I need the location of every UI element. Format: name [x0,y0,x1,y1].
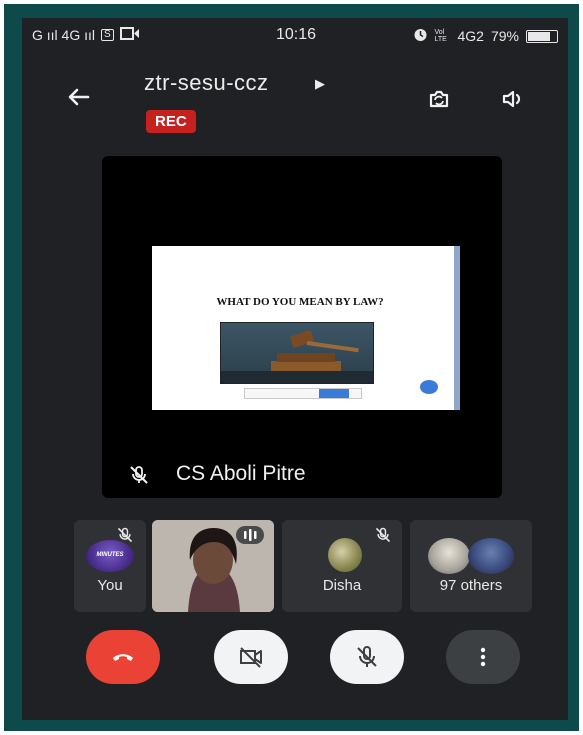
slide-toolbar [244,388,362,399]
presentation-video[interactable]: WHAT DO YOU MEAN BY LAW? CS Aboli Pitre [102,156,502,498]
status-time: 10:16 [276,26,317,43]
participant-tile-you[interactable]: MINUTES You [74,520,146,612]
battery-percent: 79% [490,28,519,44]
mic-off-icon [357,646,377,667]
slide-heading: WHAT DO YOU MEAN BY LAW? [216,296,384,308]
end-call-button[interactable] [86,630,160,684]
mic-off-icon [374,526,392,544]
recording-badge: REC [146,110,196,133]
back-arrow-icon[interactable] [64,82,94,112]
speaker-name: CS Aboli Pitre [176,462,306,485]
signal-text: G ııl 4G ııl [32,27,96,43]
sim-icon: S [101,29,114,41]
participant-label: 97 others [439,577,503,594]
participant-tile-others[interactable]: 97 others [410,520,532,612]
speaker-volume-icon[interactable] [498,84,528,114]
slide-toolbar-button [319,389,349,398]
caret-right-icon[interactable]: ▶ [315,76,325,92]
participant-tile-video[interactable] [152,520,274,612]
avatar [468,538,514,574]
status-bar: G ııl 4G ııl S 10:16 Vol LTE 4G2 79% [22,18,568,52]
avatar: MINUTES [86,540,134,572]
avatar [328,538,362,572]
participant-tile-disha[interactable]: Disha [282,520,402,612]
status-right: Vol LTE 4G2 79% [413,27,558,45]
participant-label: You [97,577,123,594]
mic-off-icon [128,464,150,486]
meet-call-screen: G ııl 4G ııl S 10:16 Vol LTE 4G2 79% ztr… [22,18,568,720]
participant-label: Disha [322,577,362,594]
call-header: ztr-sesu-ccz ▶ REC [22,58,568,138]
more-options-button[interactable] [446,630,520,684]
shared-slide: WHAT DO YOU MEAN BY LAW? [152,246,460,410]
video-camera-icon [119,27,140,43]
screenshot-frame: G ııl 4G ııl S 10:16 Vol LTE 4G2 79% ztr… [4,4,579,731]
gavel-image [220,322,374,384]
signal-indicators: G ııl 4G ııl S [32,27,140,43]
video-off-icon [240,647,262,668]
meeting-code[interactable]: ztr-sesu-ccz [144,70,269,96]
speaking-indicator-icon [236,526,264,544]
more-vert-icon [480,647,486,667]
avatar-text: MINUTES [96,552,124,558]
slide-pointer-dot [420,380,438,394]
switch-camera-icon[interactable] [424,84,454,114]
battery-icon [526,29,558,43]
network-type: 4G2 [457,28,484,44]
phone-hangup-icon [113,654,133,661]
avatar [428,538,470,574]
alarm-icon [413,27,428,45]
mic-toggle-button[interactable] [330,630,404,684]
camera-toggle-button[interactable] [214,630,288,684]
lte-badge: Vol LTE [434,29,447,43]
